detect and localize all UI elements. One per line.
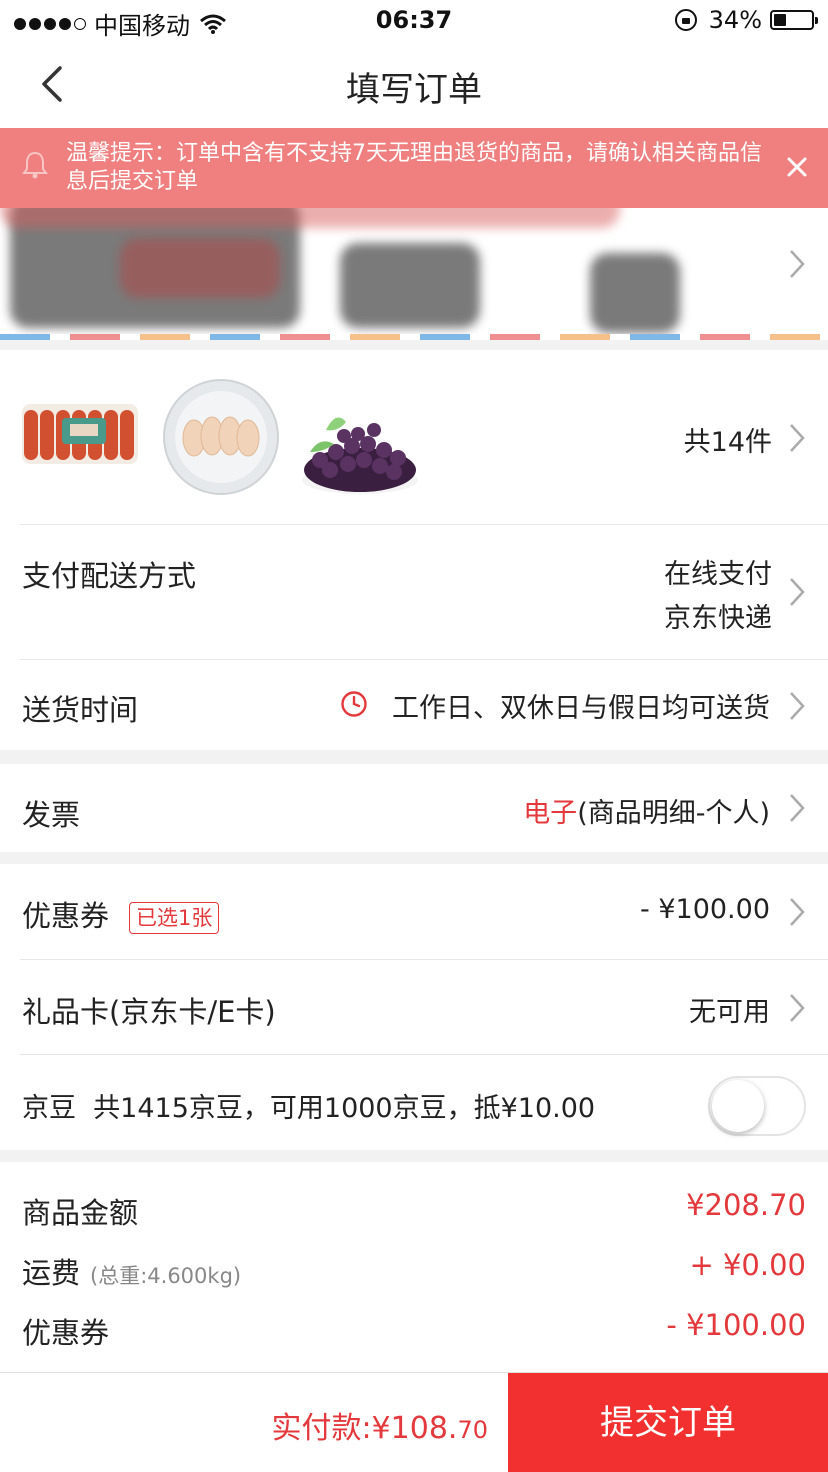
coupon-value[interactable]: - ¥100.00 <box>640 894 770 925</box>
payment-label: 支付配送方式 <box>22 559 197 593</box>
page-title: 填写订单 <box>346 70 482 110</box>
coupon-badge: 已选1张 <box>129 902 220 934</box>
goods-amount: ¥208.70 <box>686 1188 806 1222</box>
total-payable-cents: 70 <box>457 1416 488 1444</box>
close-icon[interactable] <box>782 152 812 182</box>
product-image-blueberries[interactable] <box>300 400 420 496</box>
jingdou-label: 京豆 <box>22 1093 76 1124</box>
status-right: 34% <box>674 6 818 34</box>
jingdou-row: 京豆 共1415京豆，可用1000京豆，抵¥10.00 <box>22 1086 595 1125</box>
rotation-lock-icon <box>674 9 697 31</box>
total-payable: 实付款:¥108.70 <box>271 1403 488 1447</box>
redacted-address <box>590 253 680 333</box>
summary-coupon-amount: - ¥100.00 <box>666 1308 806 1342</box>
summary-coupon-label: 优惠券 <box>22 1316 110 1350</box>
bell-icon <box>22 151 48 179</box>
chevron-right-icon <box>788 576 806 608</box>
warning-text: 温馨提示：订单中含有不支持7天无理由退货的商品，请确认相关商品信息后提交订单 <box>66 141 762 194</box>
freight-label-text: 运费 <box>22 1256 81 1290</box>
product-image-chicken[interactable] <box>162 378 280 496</box>
divider <box>20 1054 828 1055</box>
chevron-right-icon <box>788 248 806 280</box>
submit-order-button[interactable]: 提交订单 <box>508 1373 828 1472</box>
clock-icon <box>341 691 367 717</box>
goods-amount-label: 商品金额 <box>22 1196 139 1230</box>
invoice-label: 发票 <box>22 798 81 832</box>
invoice-value[interactable]: 电子(商品明细-个人) <box>523 791 770 830</box>
product-count[interactable]: 共14件 <box>684 420 772 459</box>
divider <box>20 659 828 660</box>
delivery-method[interactable]: 京东快递 <box>664 596 772 635</box>
chevron-right-icon <box>788 422 806 454</box>
jingdou-toggle[interactable] <box>708 1076 806 1136</box>
chevron-right-icon <box>788 992 806 1024</box>
address-section[interactable] <box>0 208 828 340</box>
warning-banner: 温馨提示：订单中含有不支持7天无理由退货的商品，请确认相关商品信息后提交订单 <box>0 128 828 208</box>
payment-method[interactable]: 在线支付 <box>664 552 772 591</box>
divider <box>20 524 828 525</box>
redacted-address <box>120 238 280 298</box>
redacted-address <box>340 243 480 328</box>
chevron-right-icon <box>788 690 806 722</box>
freight-weight: (总重:4.600kg) <box>90 1264 242 1288</box>
gift-card-label: 礼品卡(京东卡/E卡) <box>22 995 276 1029</box>
divider <box>20 959 828 960</box>
bottom-bar: 实付款:¥108.70 提交订单 <box>0 1372 828 1472</box>
jingdou-desc: 共1415京豆，可用1000京豆，抵¥10.00 <box>93 1093 596 1124</box>
delivery-time-label: 送货时间 <box>22 693 139 727</box>
coupon-label: 优惠券 已选1张 <box>22 893 220 935</box>
delivery-time-value[interactable]: 工作日、双休日与假日均可送货 <box>392 686 770 725</box>
freight-amount: + ¥0.00 <box>689 1248 806 1282</box>
nav-bar: 填写订单 <box>0 42 828 128</box>
gift-card-value[interactable]: 无可用 <box>689 990 770 1029</box>
battery-icon <box>770 10 818 30</box>
invoice-detail: (商品明细-个人) <box>577 798 770 829</box>
address-stripe <box>0 334 828 340</box>
toggle-knob <box>712 1080 764 1132</box>
chevron-right-icon <box>788 896 806 928</box>
status-bar: 中国移动 06:37 34% <box>0 0 828 42</box>
coupon-label-text: 优惠券 <box>22 899 110 933</box>
invoice-type: 电子 <box>523 798 578 829</box>
total-payable-main: 实付款:¥108. <box>271 1411 458 1446</box>
redacted-address <box>0 208 620 228</box>
chevron-right-icon <box>788 792 806 824</box>
price-summary: 商品金额 ¥208.70 运费 (总重:4.600kg) + ¥0.00 优惠券 … <box>0 1162 828 1372</box>
freight-label: 运费 (总重:4.600kg) <box>22 1250 241 1292</box>
product-image-sausage[interactable] <box>20 398 140 470</box>
battery-percent: 34% <box>708 6 762 34</box>
